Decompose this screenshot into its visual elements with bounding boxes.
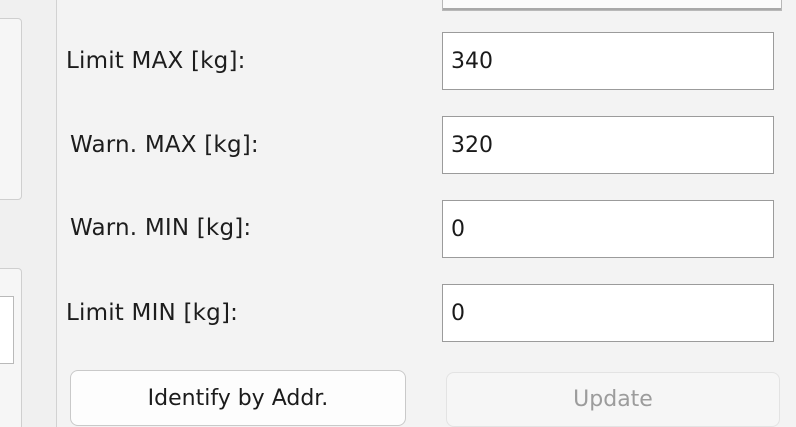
warn-max-label: Warn. MAX [kg]: <box>70 132 259 158</box>
limit-max-input[interactable] <box>442 32 774 90</box>
left-panel <box>0 0 56 427</box>
identify-by-address-button[interactable]: Identify by Addr. <box>70 370 406 426</box>
left-group-box-top <box>0 18 22 200</box>
limit-max-label: Limit MAX [kg]: <box>66 48 246 74</box>
weight-limits-panel: Limit MAX [kg]: Warn. MAX [kg]: Warn. MI… <box>0 0 796 427</box>
update-button[interactable]: Update <box>446 372 780 427</box>
warn-min-input[interactable] <box>442 200 774 258</box>
limit-min-label: Limit MIN [kg]: <box>66 300 239 326</box>
top-partial-field[interactable] <box>442 0 782 11</box>
left-partial-field[interactable] <box>0 296 14 364</box>
warn-max-input[interactable] <box>442 116 774 174</box>
panel-divider <box>56 0 57 427</box>
warn-min-label: Warn. MIN [kg]: <box>70 215 252 241</box>
limit-min-input[interactable] <box>442 284 774 342</box>
